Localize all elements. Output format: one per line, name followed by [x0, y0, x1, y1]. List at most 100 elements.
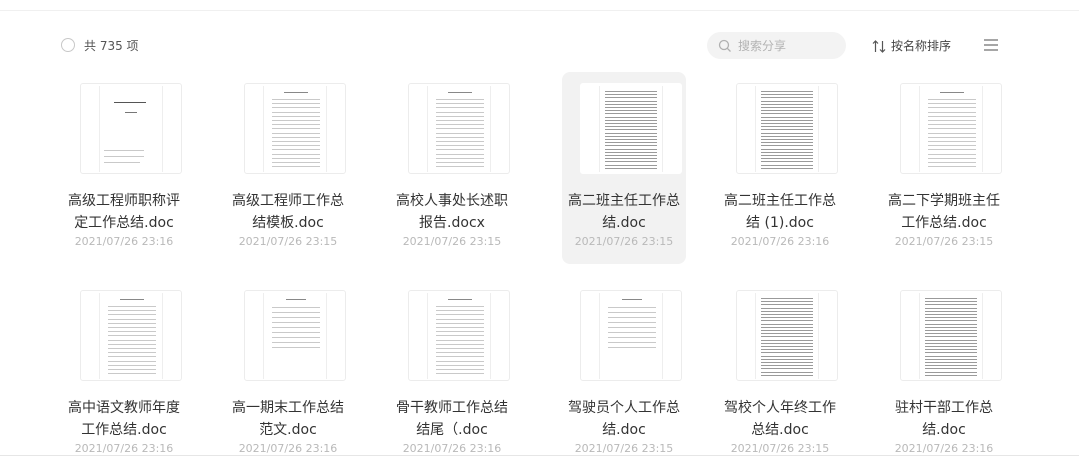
file-card[interactable]: 驾驶员个人工作总 结.doc 2021/07/26 23:15 — [562, 279, 686, 471]
bottom-divider — [0, 455, 1079, 456]
thumbnail-text-line — [605, 129, 657, 131]
thumbnail-text-line — [761, 94, 813, 96]
file-name[interactable]: 骨干教师工作总结 结尾（.doc — [390, 397, 514, 441]
file-date: 2021/07/26 23:16 — [74, 235, 174, 248]
thumbnail-text-line — [925, 342, 977, 344]
thumbnail-text-line — [605, 155, 657, 156]
file-name[interactable]: 高二下学期班主任 工作总结.doc — [882, 190, 1006, 234]
list-view-menu-icon[interactable] — [984, 39, 998, 51]
document-page-preview — [919, 86, 983, 172]
file-date: 2021/07/26 23:16 — [894, 442, 994, 455]
thumbnail-text-line — [436, 352, 484, 354]
thumbnail-text-line — [284, 92, 308, 93]
thumbnail-text-line — [761, 330, 813, 331]
file-name[interactable]: 驾校个人年终工作 总结.doc — [718, 397, 842, 441]
file-name-line-2: 结尾（.doc — [416, 422, 488, 438]
file-name-line-2: 结 (1).doc — [746, 215, 814, 231]
thumbnail-text-line — [272, 128, 320, 130]
document-page-preview — [599, 293, 663, 379]
thumbnail-text-line — [761, 132, 813, 134]
file-card[interactable]: 高级工程师职称评 定工作总结.doc 2021/07/26 23:16 — [62, 72, 186, 264]
thumbnail-text-line — [925, 349, 977, 351]
thumbnail-text-line — [605, 161, 657, 163]
thumbnail-text-line — [925, 320, 977, 322]
file-name[interactable]: 高二班主任工作总结 (1).doc — [718, 190, 842, 234]
thumbnail-text-line — [108, 352, 156, 354]
thumbnail-text-line — [925, 317, 977, 319]
file-card[interactable]: 高二班主任工作总结 (1).doc 2021/07/26 23:16 — [718, 72, 842, 264]
thumbnail-text-line — [761, 97, 813, 99]
file-name[interactable]: 高校人事处长述职 报告.docx — [390, 190, 514, 234]
thumbnail-text-line — [436, 348, 484, 349]
thumbnail-text-line — [761, 135, 813, 137]
thumbnail-text-line — [436, 306, 484, 307]
thumbnail-text-line — [608, 317, 656, 318]
thumbnail-text-line — [436, 327, 484, 328]
thumbnail-text-line — [928, 124, 976, 126]
file-card[interactable]: 高二班主任工作总 结.doc 2021/07/26 23:15 — [562, 72, 686, 264]
file-card[interactable]: 高一期末工作总结 范文.doc 2021/07/26 23:16 — [226, 279, 350, 471]
thumbnail-text-line — [114, 102, 146, 103]
thumbnail-text-line — [436, 145, 484, 147]
file-name[interactable]: 高一期末工作总结 范文.doc — [226, 397, 350, 441]
thumbnail-text-line — [761, 307, 813, 309]
thumbnail-text-line — [761, 374, 813, 376]
thumbnail-text-line — [436, 339, 484, 341]
select-all-checkbox[interactable] — [61, 38, 75, 52]
file-name[interactable]: 高级工程师工作总 结模板.doc — [226, 190, 350, 234]
file-thumbnail — [80, 290, 182, 381]
file-date: 2021/07/26 23:15 — [238, 235, 338, 248]
thumbnail-text-line — [761, 167, 813, 169]
file-card[interactable]: 驾校个人年终工作 总结.doc 2021/07/26 23:15 — [718, 279, 842, 471]
file-name-line-2: 报告.docx — [419, 215, 485, 231]
thumbnail-text-line — [608, 347, 656, 348]
thumbnail-text-line — [761, 342, 813, 344]
file-date: 2021/07/26 23:15 — [574, 235, 674, 248]
file-card[interactable]: 驻村干部工作总 结.doc 2021/07/26 23:16 — [882, 279, 1006, 471]
thumbnail-text-line — [925, 336, 977, 338]
file-card[interactable]: 高校人事处长述职 报告.docx 2021/07/26 23:15 — [390, 72, 514, 264]
file-date: 2021/07/26 23:16 — [238, 442, 338, 455]
file-name-line-2: 结模板.doc — [252, 215, 324, 231]
thumbnail-text-line — [272, 162, 320, 163]
thumbnail-text-line — [108, 364, 156, 366]
thumbnail-text-line — [928, 136, 976, 138]
file-name[interactable]: 高中语文教师年度 工作总结.doc — [62, 397, 186, 441]
search-input[interactable] — [738, 35, 838, 56]
thumbnail-text-line — [108, 356, 156, 358]
thumbnail-text-line — [761, 346, 813, 347]
file-name-line-1: 高级工程师职称评 — [68, 193, 180, 209]
thumbnail-text-line — [605, 123, 657, 124]
thumbnail-text-line — [436, 314, 484, 316]
thumbnail-text-line — [605, 135, 657, 137]
search-box[interactable] — [707, 32, 846, 59]
file-card[interactable]: 高二下学期班主任 工作总结.doc 2021/07/26 23:15 — [882, 72, 1006, 264]
thumbnail-text-line — [605, 145, 657, 147]
file-name[interactable]: 驾驶员个人工作总 结.doc — [562, 397, 686, 441]
thumbnail-text-line — [272, 120, 320, 121]
file-name[interactable]: 高二班主任工作总 结.doc — [562, 190, 686, 234]
thumbnail-text-line — [608, 337, 656, 338]
thumbnail-text-line — [761, 339, 813, 341]
thumbnail-text-line — [761, 158, 813, 160]
thumbnail-text-line — [108, 360, 156, 362]
thumbnail-text-line — [925, 307, 977, 309]
file-name[interactable]: 高级工程师职称评 定工作总结.doc — [62, 190, 186, 234]
thumbnail-text-line — [761, 304, 813, 306]
file-card[interactable]: 骨干教师工作总结 结尾（.doc 2021/07/26 23:16 — [390, 279, 514, 471]
document-page-preview — [99, 86, 163, 172]
thumbnail-text-line — [761, 91, 813, 92]
file-card[interactable]: 高中语文教师年度 工作总结.doc 2021/07/26 23:16 — [62, 279, 186, 471]
thumbnail-text-line — [925, 326, 977, 328]
file-name[interactable]: 驻村干部工作总 结.doc — [882, 397, 1006, 441]
thumbnail-text-line — [761, 355, 813, 357]
document-page-preview — [263, 293, 327, 379]
file-name-line-2: 工作总结.doc — [901, 215, 987, 231]
thumbnail-text-line — [605, 103, 657, 105]
thumbnail-text-line — [925, 371, 977, 373]
thumbnail-text-line — [608, 342, 656, 343]
thumbnail-text-line — [272, 317, 320, 318]
file-card[interactable]: 高级工程师工作总 结模板.doc 2021/07/26 23:15 — [226, 72, 350, 264]
thumbnail-text-line — [608, 307, 656, 308]
sort-button[interactable]: 按名称排序 — [872, 37, 951, 54]
